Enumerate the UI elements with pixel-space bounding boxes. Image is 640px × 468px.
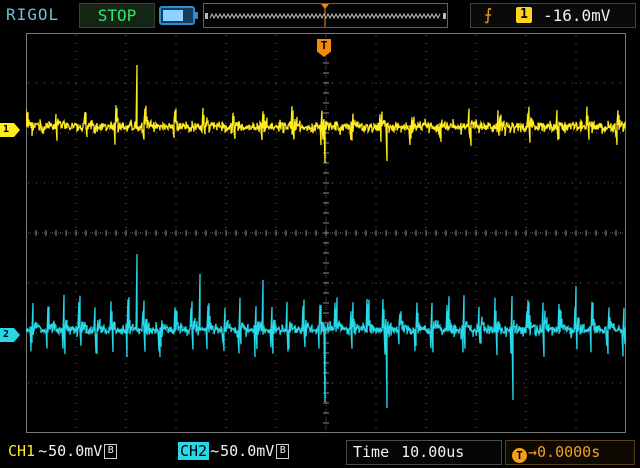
- timebase-settings[interactable]: Time 10.00us: [346, 440, 502, 465]
- trigger-offset-settings[interactable]: T →0.0000s: [505, 440, 635, 465]
- ch1-ground-marker[interactable]: 1: [0, 123, 20, 137]
- trigger-settings[interactable]: ⨍ 1 -16.0mV: [470, 3, 636, 28]
- ch2-ground-marker[interactable]: 2: [0, 328, 20, 342]
- ac-coupling-icon: ~: [38, 442, 48, 460]
- top-status-bar: RIGOL STOP ⨍ 1 -16.0mV: [0, 0, 640, 30]
- brand-logo: RIGOL: [6, 5, 60, 24]
- battery-icon: [159, 6, 198, 25]
- ch2-scale: 50.0mV: [220, 442, 275, 460]
- timebase-value: 10.00us: [401, 443, 465, 461]
- memory-overview-bar[interactable]: [203, 3, 448, 28]
- timebase-label: Time: [353, 443, 390, 461]
- ch2-trace: [26, 253, 626, 409]
- waveform-overview: [205, 4, 446, 27]
- rising-edge-icon: ⨍: [484, 5, 493, 24]
- arrow-right-icon: →: [528, 443, 538, 461]
- ch2-label: CH2: [178, 442, 210, 460]
- trigger-level: -16.0mV: [543, 6, 611, 25]
- bottom-status-bar: CH1 ~50.0mV B CH2 ~50.0mV B Time 10.00us T →0.…: [0, 436, 640, 468]
- run-stop-status[interactable]: STOP: [79, 3, 155, 28]
- trigger-offset-icon: T: [512, 448, 527, 463]
- ch1-label: CH1: [8, 442, 36, 460]
- bandwidth-limit-icon: B: [276, 444, 290, 459]
- battery-level-fill: [163, 10, 183, 21]
- ch1-trace: [26, 64, 626, 164]
- ch1-settings[interactable]: CH1 ~50.0mV B: [6, 440, 160, 463]
- ac-coupling-icon: ~: [210, 442, 220, 460]
- trigger-offset-value: 0.0000s: [537, 443, 601, 461]
- waveform-display[interactable]: [26, 33, 626, 433]
- ch2-settings[interactable]: CH2 ~50.0mV B: [178, 440, 332, 463]
- bandwidth-limit-icon: B: [104, 444, 118, 459]
- trace-layer: [26, 64, 626, 409]
- ch1-scale: 50.0mV: [48, 442, 103, 460]
- trigger-source-badge: 1: [516, 7, 532, 23]
